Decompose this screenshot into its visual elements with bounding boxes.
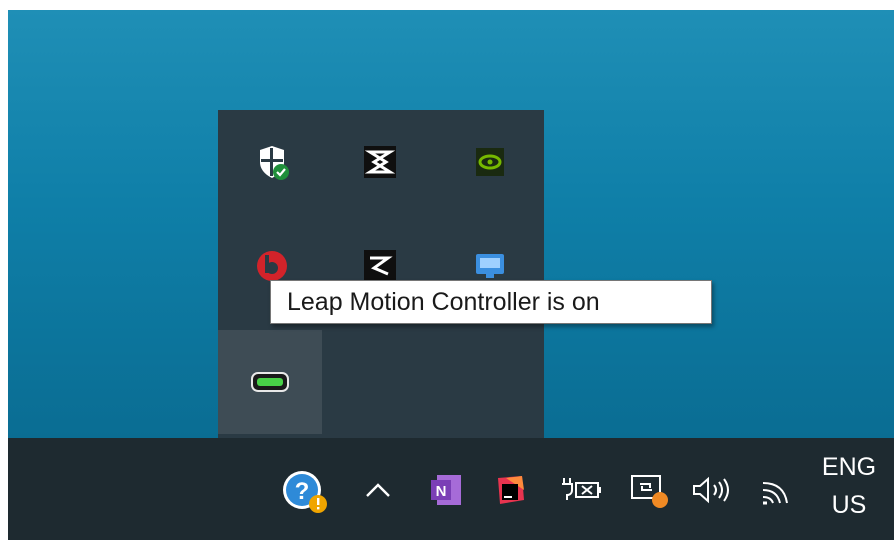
leap-motion-icon bbox=[251, 372, 289, 392]
display-sync-icon bbox=[631, 475, 668, 508]
svg-text:?: ? bbox=[295, 478, 310, 505]
wifi-tray-item[interactable] bbox=[752, 468, 800, 516]
wifi-icon bbox=[762, 482, 788, 505]
language-code: ENG bbox=[821, 453, 877, 481]
help-tray-item[interactable]: ? bbox=[274, 464, 338, 520]
power-tray-item[interactable] bbox=[552, 466, 608, 514]
tray-item-virtualbox[interactable] bbox=[328, 110, 432, 214]
volume-tray-item[interactable] bbox=[684, 466, 740, 514]
windows-security-icon bbox=[260, 146, 289, 180]
jetbrains-toolbox-tray-item[interactable] bbox=[486, 466, 534, 514]
tooltip-text: Leap Motion Controller is on bbox=[287, 287, 600, 316]
tray-overflow-panel bbox=[218, 110, 544, 438]
tray-item-windows-security[interactable] bbox=[220, 110, 324, 214]
help-warning-icon: ? bbox=[283, 471, 327, 513]
onenote-tray-item[interactable]: N bbox=[422, 466, 470, 514]
jetbrains-toolbox-icon bbox=[498, 476, 524, 504]
onenote-icon: N bbox=[431, 475, 461, 505]
power-plug-battery-icon bbox=[562, 478, 601, 500]
svg-text:N: N bbox=[436, 483, 447, 500]
show-hidden-icons-chevron bbox=[366, 483, 390, 497]
language-indicator[interactable]: ENG US bbox=[812, 448, 886, 534]
virtualbox-icon bbox=[364, 146, 396, 178]
tooltip: Leap Motion Controller is on bbox=[270, 280, 712, 324]
show-hidden-icons-button[interactable] bbox=[356, 468, 400, 512]
tray-item-nvidia[interactable] bbox=[438, 110, 542, 214]
tray-item-leap-motion[interactable] bbox=[218, 330, 322, 434]
taskbar: ? N bbox=[8, 438, 894, 540]
nvidia-icon bbox=[476, 148, 504, 176]
language-region: US bbox=[831, 491, 867, 519]
volume-icon bbox=[693, 476, 729, 504]
display-sync-tray-item[interactable] bbox=[620, 464, 676, 516]
